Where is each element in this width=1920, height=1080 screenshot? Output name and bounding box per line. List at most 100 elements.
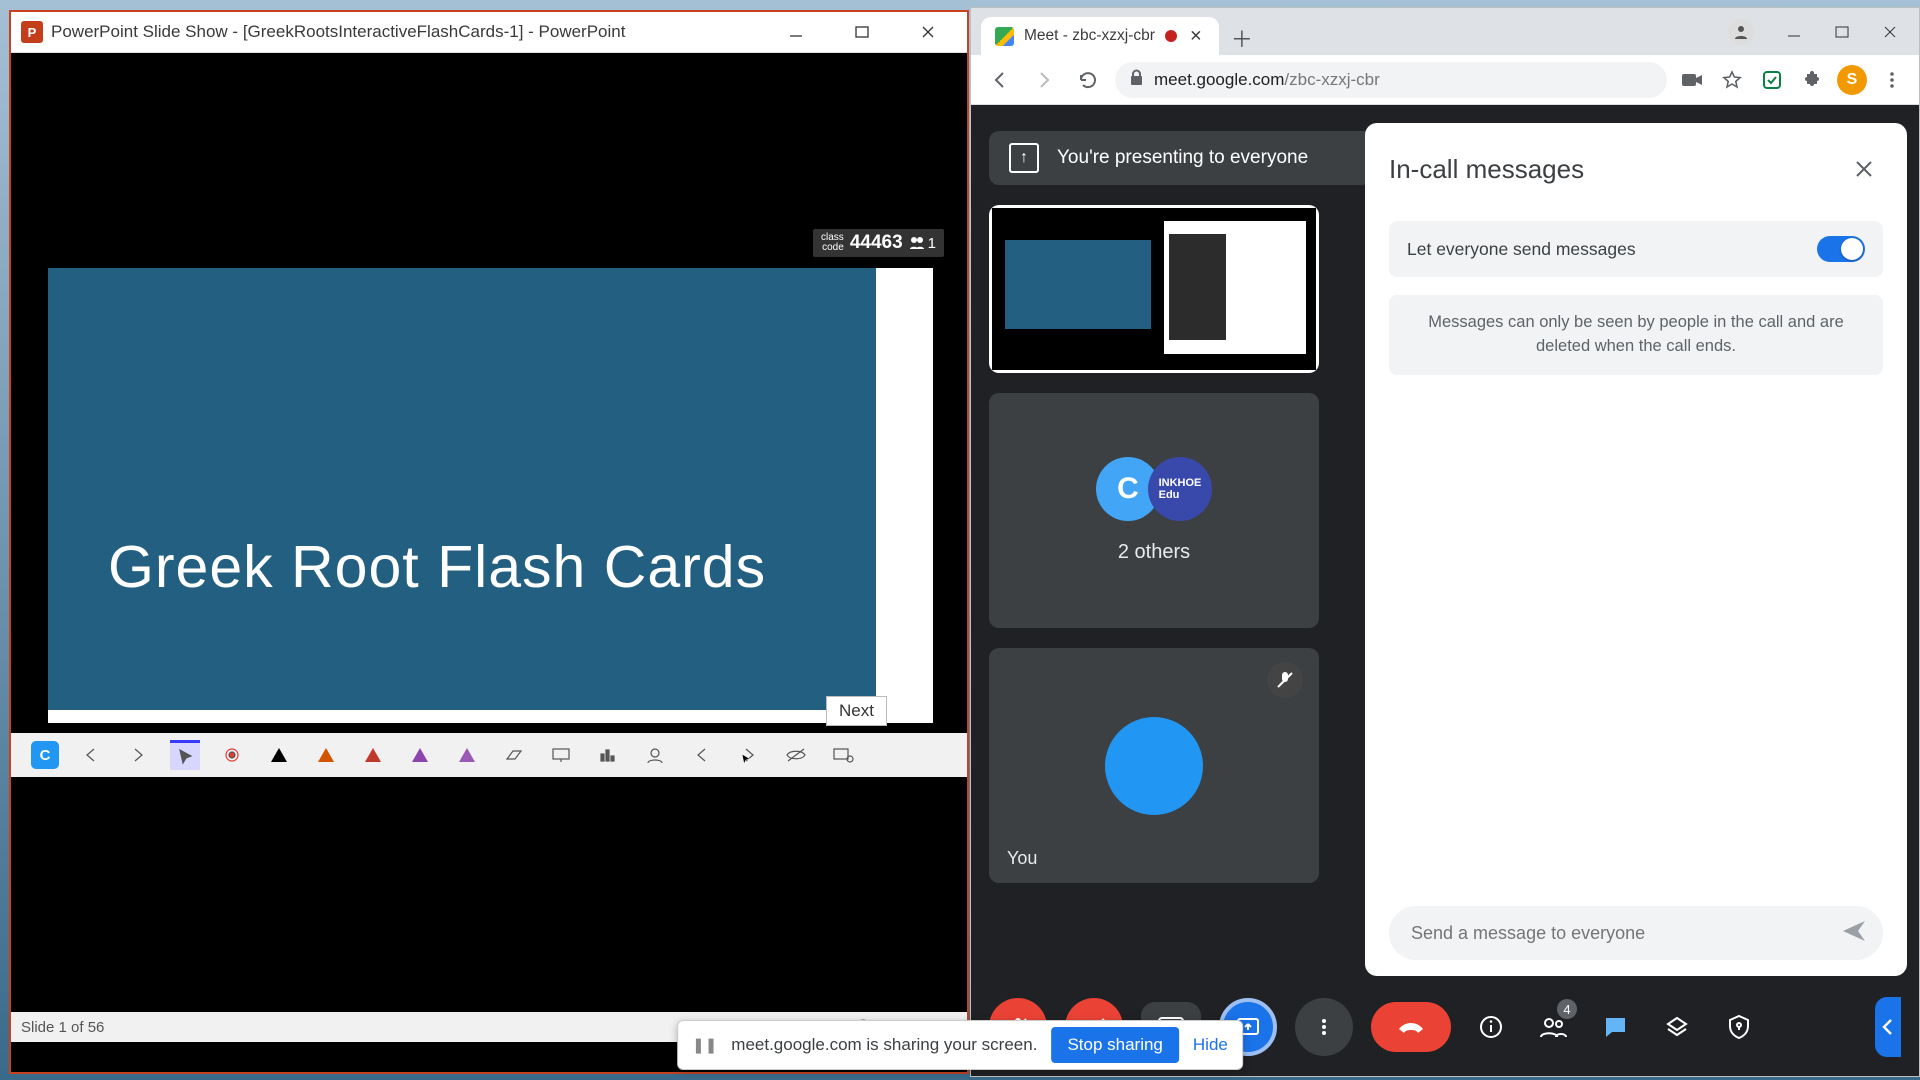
chrome-toolbar: meet.google.com/zbc-xzxj-cbr S bbox=[971, 55, 1919, 105]
pen-black-tool[interactable] bbox=[264, 740, 294, 770]
meeting-info-button[interactable] bbox=[1469, 1005, 1513, 1049]
screen-share-tile[interactable] bbox=[989, 205, 1319, 373]
chat-panel: In-call messages Let everyone send messa… bbox=[1365, 123, 1907, 976]
maximize-button[interactable] bbox=[833, 12, 891, 53]
eraser-tool[interactable] bbox=[499, 740, 529, 770]
powerpoint-window: P PowerPoint Slide Show - [GreekRootsInt… bbox=[9, 10, 969, 1074]
class-code-value: 44463 bbox=[850, 232, 903, 254]
address-bar[interactable]: meet.google.com/zbc-xzxj-cbr bbox=[1115, 62, 1667, 98]
extension-green-icon[interactable] bbox=[1757, 65, 1787, 95]
current-slide[interactable]: Greek Root Flash Cards bbox=[48, 268, 876, 710]
embed-tool[interactable] bbox=[828, 740, 858, 770]
presenting-text: You're presenting to everyone bbox=[1057, 147, 1308, 169]
leave-call-button[interactable] bbox=[1371, 1002, 1451, 1052]
self-tile[interactable]: You bbox=[989, 648, 1319, 883]
slide-letterbox-top: class code 44463 1 bbox=[11, 53, 967, 268]
slide-letterbox-bottom bbox=[11, 777, 967, 1012]
participants-tile[interactable]: C INKHOEEdu 2 others bbox=[989, 393, 1319, 628]
laser-pointer-tool[interactable] bbox=[217, 740, 247, 770]
others-label: 2 others bbox=[1118, 541, 1190, 564]
chat-permission-toggle[interactable] bbox=[1817, 236, 1865, 262]
chat-info-note: Messages can only be seen by people in t… bbox=[1389, 295, 1883, 375]
whiteboard-tool[interactable] bbox=[546, 740, 576, 770]
back-button[interactable] bbox=[983, 63, 1017, 97]
tab-title: Meet - zbc-xzxj-cbr bbox=[1024, 27, 1155, 45]
slide-title-text: Greek Root Flash Cards bbox=[108, 533, 766, 601]
recording-indicator-icon bbox=[1165, 30, 1177, 42]
screen-share-toast: ❚❚ meet.google.com is sharing your scree… bbox=[677, 1020, 1243, 1070]
chat-panel-button[interactable] bbox=[1593, 1005, 1637, 1049]
stop-sharing-button[interactable]: Stop sharing bbox=[1051, 1027, 1178, 1063]
profile-avatar[interactable]: S bbox=[1837, 65, 1867, 95]
classpoint-logo-icon[interactable]: C bbox=[31, 741, 59, 769]
minimize-button[interactable] bbox=[767, 12, 825, 53]
present-screen-icon: ↑ bbox=[1009, 143, 1039, 173]
slide-counter: Slide 1 of 56 bbox=[21, 1019, 104, 1036]
close-button[interactable] bbox=[899, 12, 957, 53]
self-label: You bbox=[1007, 848, 1037, 869]
share-toast-text: meet.google.com is sharing your screen. bbox=[731, 1035, 1037, 1055]
google-meet-icon bbox=[995, 27, 1014, 46]
more-options-button[interactable] bbox=[1295, 998, 1353, 1056]
powerpoint-icon: P bbox=[21, 21, 43, 43]
activities-button[interactable] bbox=[1655, 1005, 1699, 1049]
powerpoint-titlebar[interactable]: P PowerPoint Slide Show - [GreekRootsInt… bbox=[11, 12, 967, 53]
chrome-close-button[interactable] bbox=[1867, 16, 1913, 48]
chat-panel-title: In-call messages bbox=[1389, 154, 1584, 185]
toolbar-back-button[interactable] bbox=[687, 740, 717, 770]
people-icon bbox=[909, 236, 925, 250]
forward-button[interactable] bbox=[1027, 63, 1061, 97]
next-slide-button[interactable] bbox=[123, 740, 153, 770]
lock-icon bbox=[1129, 69, 1144, 91]
browser-tab-meet[interactable]: Meet - zbc-xzxj-cbr ✕ bbox=[981, 17, 1219, 55]
chat-permission-toggle-row: Let everyone send messages bbox=[1389, 221, 1883, 277]
pen-purple-tool[interactable] bbox=[405, 740, 435, 770]
video-tiles: C INKHOEEdu 2 others You bbox=[989, 205, 1319, 883]
people-count-badge: 4 bbox=[1557, 999, 1577, 1019]
chrome-window: Meet - zbc-xzxj-cbr ✕ ＋ meet.google.com/… bbox=[970, 7, 1920, 1077]
chat-toggle-label: Let everyone send messages bbox=[1407, 239, 1636, 260]
send-message-button[interactable] bbox=[1841, 919, 1867, 948]
toolbar-forward-button[interactable] bbox=[734, 740, 764, 770]
self-avatar bbox=[1105, 717, 1203, 815]
highlighter-tool[interactable] bbox=[452, 740, 482, 770]
participant-avatar-2: INKHOEEdu bbox=[1148, 457, 1212, 521]
url-text: meet.google.com/zbc-xzxj-cbr bbox=[1154, 70, 1380, 90]
next-tooltip: Next bbox=[826, 696, 887, 726]
poll-tool[interactable] bbox=[593, 740, 623, 770]
hide-toolbar-button[interactable] bbox=[781, 740, 811, 770]
class-code-badge: class code 44463 1 bbox=[813, 229, 944, 257]
chrome-tabstrip: Meet - zbc-xzxj-cbr ✕ ＋ bbox=[971, 8, 1919, 55]
class-people-count: 1 bbox=[909, 235, 936, 252]
cursor-icon bbox=[740, 753, 754, 767]
people-panel-button[interactable]: 4 bbox=[1531, 1005, 1575, 1049]
tab-close-button[interactable]: ✕ bbox=[1187, 27, 1205, 46]
class-code-label: class code bbox=[821, 233, 844, 253]
reload-button[interactable] bbox=[1071, 63, 1105, 97]
chat-compose-row bbox=[1389, 906, 1883, 960]
hide-toast-button[interactable]: Hide bbox=[1193, 1035, 1228, 1055]
chrome-menu-button[interactable] bbox=[1877, 65, 1907, 95]
chrome-minimize-button[interactable] bbox=[1771, 16, 1817, 48]
presenter-toolbar: Next C bbox=[11, 733, 967, 777]
extensions-puzzle-icon[interactable] bbox=[1797, 65, 1827, 95]
powerpoint-title: PowerPoint Slide Show - [GreekRootsInter… bbox=[51, 22, 759, 42]
pen-orange-tool[interactable] bbox=[311, 740, 341, 770]
prev-slide-button[interactable] bbox=[76, 740, 106, 770]
pick-name-tool[interactable] bbox=[640, 740, 670, 770]
host-controls-button[interactable] bbox=[1717, 1005, 1761, 1049]
slide-area: Greek Root Flash Cards bbox=[11, 268, 967, 733]
chat-input[interactable] bbox=[1411, 923, 1829, 944]
pen-red-tool[interactable] bbox=[358, 740, 388, 770]
meet-stage: ↑ You're presenting to everyone C INKHOE… bbox=[971, 105, 1919, 1076]
cursor-tool[interactable] bbox=[170, 740, 200, 770]
chrome-maximize-button[interactable] bbox=[1819, 16, 1865, 48]
chat-close-button[interactable] bbox=[1845, 150, 1883, 188]
camera-permission-icon[interactable] bbox=[1677, 65, 1707, 95]
screen-share-thumbnail bbox=[992, 208, 1316, 370]
bookmark-star-icon[interactable] bbox=[1717, 65, 1747, 95]
pause-share-icon[interactable]: ❚❚ bbox=[692, 1036, 717, 1054]
profile-switcher-icon[interactable] bbox=[1728, 19, 1754, 45]
side-panel-expand-button[interactable] bbox=[1875, 997, 1901, 1057]
new-tab-button[interactable]: ＋ bbox=[1225, 21, 1259, 55]
